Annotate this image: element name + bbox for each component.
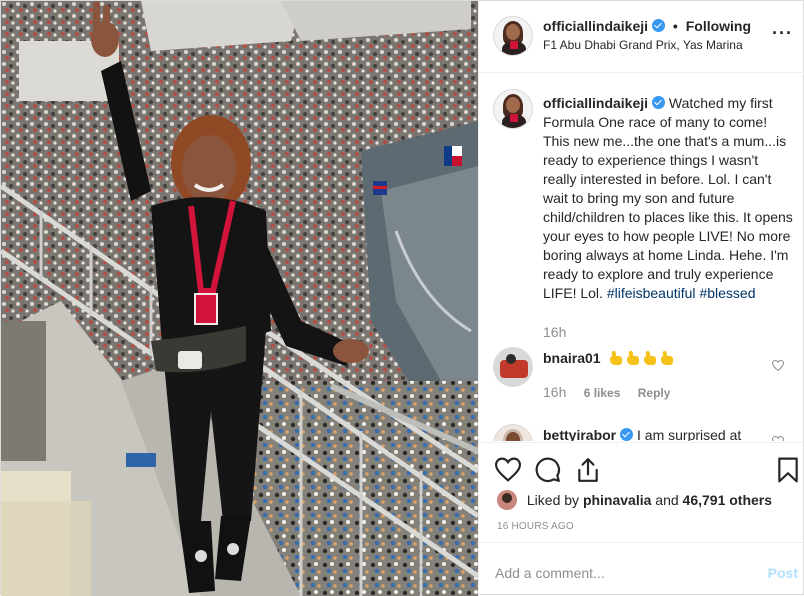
instagram-post: officiallindaikeji • Following F1 Abu Dh…	[0, 0, 804, 596]
thumbs-up-icon	[659, 351, 674, 365]
post-timestamp[interactable]: 16 HOURS AGO	[497, 521, 574, 532]
thumbs-up-icon	[642, 351, 657, 365]
verified-badge-icon	[620, 428, 634, 441]
thumbs-up-icon	[608, 351, 623, 365]
caption-time[interactable]: 16h	[543, 324, 566, 340]
likes-summary: Liked by phinavalia and 46,791 others	[497, 490, 772, 510]
commenter-avatar[interactable]	[493, 424, 533, 441]
likes-connector: and	[655, 492, 679, 508]
header-username[interactable]: officiallindaikeji	[543, 18, 648, 34]
comment-username[interactable]: bettyirabor	[543, 427, 616, 441]
post-side-panel: officiallindaikeji • Following F1 Abu Dh…	[478, 1, 804, 596]
more-horizontal-icon[interactable]: ···	[772, 24, 793, 42]
stadium-photo-illustration	[1, 1, 478, 596]
share-icon[interactable]	[575, 457, 601, 483]
hashtag-link[interactable]: #lifeisbeautiful	[607, 285, 696, 301]
thumbs-up-emoji	[608, 350, 676, 366]
location-link[interactable]: F1 Abu Dhabi Grand Prix, Yas Marina	[543, 38, 743, 52]
comment-icon[interactable]	[535, 457, 561, 483]
likes-prefix: Liked by	[526, 492, 580, 508]
comment-time[interactable]: 16h	[543, 384, 566, 400]
avatar[interactable]	[493, 16, 533, 56]
header-separator: •	[672, 18, 678, 34]
verified-badge-icon	[652, 96, 666, 109]
liker-avatar[interactable]	[497, 490, 517, 510]
comment-username[interactable]: bnaira01	[543, 350, 601, 366]
verified-badge-icon	[652, 19, 666, 32]
bookmark-icon[interactable]	[775, 457, 801, 483]
post-button[interactable]: Post	[768, 565, 798, 581]
add-comment-input[interactable]: Add a comment...	[495, 565, 605, 581]
caption-text: Watched my first Formula One race of man…	[543, 95, 793, 301]
caption: officiallindaikeji Watched my first Form…	[543, 94, 793, 303]
caption-username[interactable]: officiallindaikeji	[543, 95, 648, 111]
post-header: officiallindaikeji • Following F1 Abu Dh…	[479, 1, 804, 73]
reply-button[interactable]: Reply	[638, 386, 671, 400]
following-button[interactable]: Following	[686, 18, 751, 34]
comment-like-heart-icon[interactable]	[772, 360, 784, 371]
post-photo[interactable]	[1, 1, 478, 596]
heart-icon[interactable]	[495, 457, 521, 483]
comment-likes[interactable]: 6 likes	[584, 386, 621, 400]
likes-count-link[interactable]: 46,791 others	[683, 492, 773, 508]
comment: bnaira01	[543, 350, 676, 366]
comment-text: I am surprised at	[637, 427, 742, 441]
comments-section[interactable]: officiallindaikeji Watched my first Form…	[479, 74, 804, 441]
comment-meta: 16h 6 likes Reply	[543, 384, 684, 400]
comment: bettyirabor I am surprised at	[543, 427, 741, 441]
post-actions: Liked by phinavalia and 46,791 others 16…	[479, 442, 804, 542]
caption-avatar[interactable]	[493, 89, 533, 129]
thumbs-up-icon	[625, 351, 640, 365]
hashtag-link[interactable]: #blessed	[699, 285, 755, 301]
add-comment-bar: Add a comment... Post	[479, 542, 804, 596]
header-user-line: officiallindaikeji • Following	[543, 18, 751, 34]
commenter-avatar[interactable]	[493, 347, 533, 387]
liker-username[interactable]: phinavalia	[583, 492, 651, 508]
comment-like-heart-icon[interactable]	[772, 436, 784, 441]
